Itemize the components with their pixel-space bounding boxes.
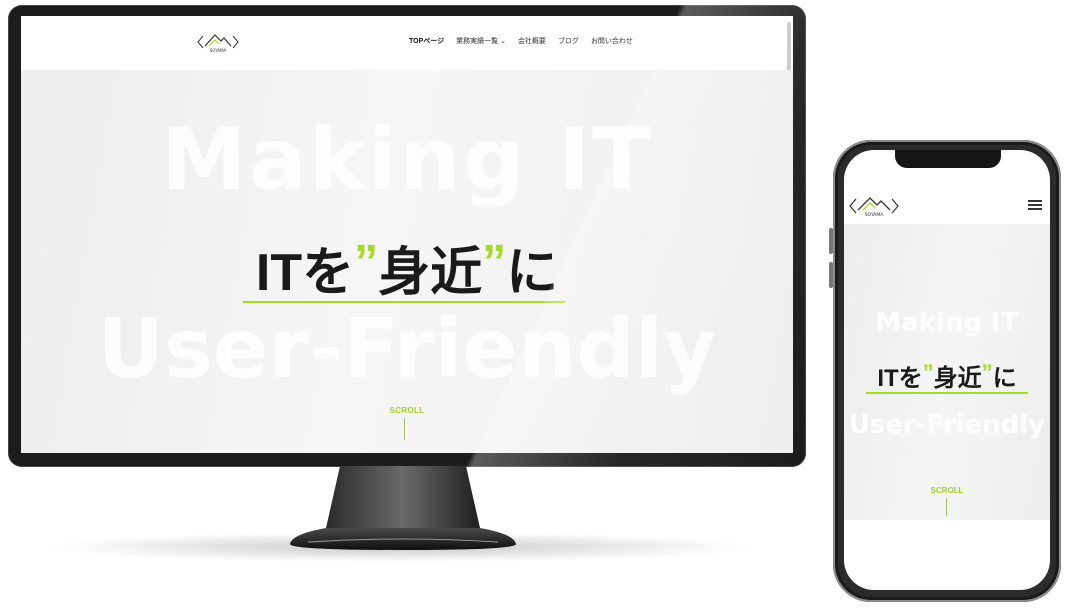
site-header: SOYAMA TOPページ 業務実績一覧 ⌄ 会社概要 ブログ お問い合わせ [21, 16, 793, 70]
site-logo[interactable]: SOYAMA [197, 30, 239, 54]
catchphrase-underline [243, 301, 565, 303]
quote-close: ” [482, 236, 507, 289]
nav-item-works[interactable]: 業務実績一覧 ⌄ [456, 36, 506, 46]
nav-item-company[interactable]: 会社概要 [518, 36, 546, 46]
desktop-screen: SOYAMA TOPページ 業務実績一覧 ⌄ 会社概要 ブログ お問い合わせ M… [21, 16, 793, 453]
mobile-catch-pre: ITを [877, 365, 923, 392]
phone-notch [895, 150, 1001, 168]
mobile-catch-word: 身近 [933, 365, 982, 392]
catch-post: に [506, 244, 559, 302]
mobile-site-logo[interactable]: SOYAMA [848, 194, 900, 218]
logo-brand-text: SOYAMA [210, 48, 227, 53]
mobile-hero-bg-text-top: Making IT [875, 308, 1019, 338]
mobile-phone: SOYAMA Making IT User-Friendly ITを”身近”に … [833, 140, 1061, 602]
mobile-scroll-indicator-label[interactable]: SCROLL [844, 486, 1050, 495]
hero-bg-text-bottom: User-Friendly [97, 302, 717, 397]
monitor-stand [290, 466, 516, 550]
nav-item-contact[interactable]: お問い合わせ [591, 36, 633, 46]
mobile-catch-post: に [992, 365, 1017, 392]
mobile-screen: SOYAMA Making IT User-Friendly ITを”身近”に … [844, 150, 1050, 590]
mobile-catchphrase-underline [866, 392, 1028, 394]
mobile-scroll-indicator-line [946, 498, 947, 516]
hero-section: Making IT User-Friendly ITを”身近”に SCROLL [21, 70, 793, 453]
catch-pre: ITを [255, 244, 355, 302]
main-nav: TOPページ 業務実績一覧 ⌄ 会社概要 ブログ お問い合わせ [409, 36, 633, 46]
mobile-hero-bg-text-bottom: User-Friendly [848, 410, 1046, 440]
nav-item-blog[interactable]: ブログ [558, 36, 579, 46]
catch-word: 身近 [378, 244, 483, 302]
mobile-quote-close: ” [981, 360, 993, 385]
desktop-monitor: SOYAMA TOPページ 業務実績一覧 ⌄ 会社概要 ブログ お問い合わせ M… [8, 5, 806, 467]
nav-item-top[interactable]: TOPページ [409, 36, 444, 46]
hamburger-menu-icon[interactable] [1028, 200, 1042, 210]
scroll-indicator-line [404, 418, 405, 440]
scroll-indicator-label[interactable]: SCROLL [21, 406, 793, 415]
hero-bg-text-top: Making IT [161, 110, 653, 210]
hero-catchphrase: ITを”身近”に [21, 230, 793, 305]
mobile-logo-brand-text: SOYAMA [865, 212, 885, 218]
mobile-quote-open: ” [922, 360, 934, 385]
mobile-hero-section: Making IT User-Friendly ITを”身近”に SCROLL [844, 224, 1050, 520]
quote-open: ” [354, 236, 379, 289]
mobile-hero-catchphrase: ITを”身近”に [844, 358, 1050, 393]
